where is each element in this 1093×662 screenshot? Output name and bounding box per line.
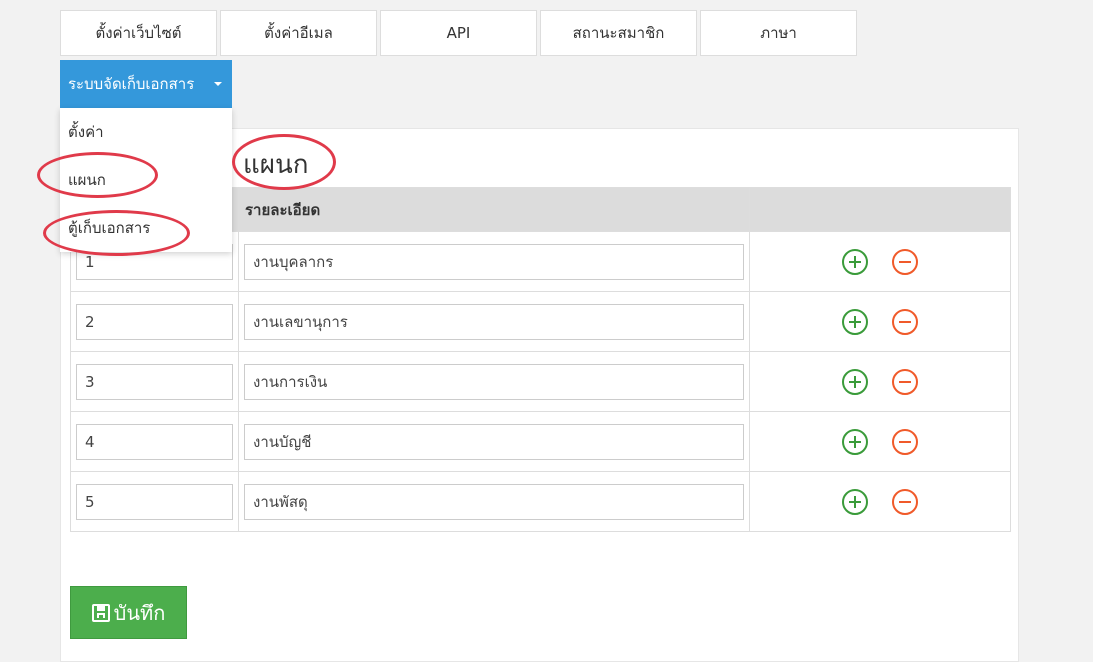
department-name-input[interactable] bbox=[244, 483, 744, 520]
floppy-disk-icon bbox=[91, 603, 110, 622]
department-id-input[interactable] bbox=[76, 483, 233, 520]
tab-label: ตั้งค่าอีเมล bbox=[264, 24, 333, 42]
tab-label: ภาษา bbox=[760, 24, 797, 42]
plus-circle-icon[interactable] bbox=[842, 248, 868, 275]
table-row bbox=[70, 471, 1011, 532]
department-id-input[interactable] bbox=[76, 303, 233, 340]
minus-circle-icon[interactable] bbox=[892, 428, 918, 455]
save-button-label: บันทึก bbox=[113, 600, 166, 625]
tab-member-status[interactable]: สถานะสมาชิก bbox=[540, 10, 697, 56]
plus-circle-icon[interactable] bbox=[842, 428, 868, 455]
minus-circle-icon[interactable] bbox=[892, 248, 918, 275]
caret-down-icon bbox=[214, 82, 222, 86]
table-row bbox=[70, 291, 1011, 352]
tab-label: ตั้งค่าเว็บไซต์ bbox=[95, 24, 182, 42]
department-name-input[interactable] bbox=[244, 363, 744, 400]
column-header-actions bbox=[749, 187, 1011, 232]
tab-api[interactable]: API bbox=[380, 10, 537, 56]
department-name-input[interactable] bbox=[244, 243, 744, 280]
department-id-input[interactable] bbox=[76, 423, 233, 460]
tab-email-settings[interactable]: ตั้งค่าอีเมล bbox=[220, 10, 377, 56]
department-id-input[interactable] bbox=[76, 363, 233, 400]
plus-circle-icon[interactable] bbox=[842, 488, 868, 515]
dropdown-label: ระบบจัดเก็บเอกสาร bbox=[68, 75, 195, 93]
plus-circle-icon[interactable] bbox=[842, 368, 868, 395]
tab-label: สถานะสมาชิก bbox=[572, 24, 665, 42]
document-system-dropdown[interactable]: ระบบจัดเก็บเอกสาร bbox=[60, 60, 232, 108]
department-name-input[interactable] bbox=[244, 303, 744, 340]
menu-item-department[interactable]: แผนก bbox=[68, 168, 106, 192]
table-row bbox=[70, 411, 1011, 472]
minus-circle-icon[interactable] bbox=[892, 308, 918, 335]
table-row bbox=[70, 351, 1011, 412]
minus-circle-icon[interactable] bbox=[892, 368, 918, 395]
tab-website-settings[interactable]: ตั้งค่าเว็บไซต์ bbox=[60, 10, 217, 56]
tab-language[interactable]: ภาษา bbox=[700, 10, 857, 56]
dropdown-menu: ตั้งค่า แผนก ตู้เก็บเอกสาร bbox=[60, 108, 232, 252]
column-header-details: รายละเอียด bbox=[238, 187, 750, 232]
department-name-input[interactable] bbox=[244, 423, 744, 460]
menu-item-settings[interactable]: ตั้งค่า bbox=[68, 120, 104, 144]
plus-circle-icon[interactable] bbox=[842, 308, 868, 335]
page-title: แผนก bbox=[243, 150, 309, 180]
tab-label: API bbox=[446, 24, 471, 42]
minus-circle-icon[interactable] bbox=[892, 488, 918, 515]
save-button[interactable]: บันทึก bbox=[70, 586, 187, 639]
menu-item-document-cabinet[interactable]: ตู้เก็บเอกสาร bbox=[68, 216, 150, 240]
